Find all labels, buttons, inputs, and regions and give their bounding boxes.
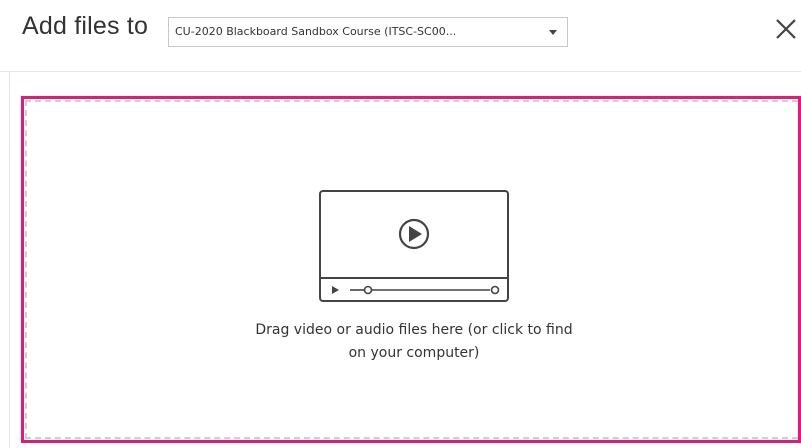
file-dropzone[interactable]: Drag video or audio files here (or click… — [21, 96, 801, 443]
video-player-icon — [319, 190, 509, 302]
close-icon — [776, 19, 796, 39]
dropzone-message-line1: Drag video or audio files here (or click… — [255, 322, 573, 338]
close-button[interactable] — [774, 17, 798, 41]
course-select[interactable]: CU-2020 Blackboard Sandbox Course (ITSC-… — [168, 17, 568, 47]
dropzone-message-line2: on your computer) — [348, 345, 480, 361]
course-select-value: CU-2020 Blackboard Sandbox Course (ITSC-… — [175, 25, 457, 38]
dialog-header: Add files to CU-2020 Blackboard Sandbox … — [0, 0, 801, 72]
dropzone-message: Drag video or audio files here (or click… — [214, 319, 614, 365]
add-files-dialog: Add files to CU-2020 Blackboard Sandbox … — [0, 0, 801, 448]
dialog-title: Add files to — [22, 12, 149, 40]
chevron-down-icon — [549, 30, 557, 35]
dialog-left-edge — [9, 72, 10, 448]
